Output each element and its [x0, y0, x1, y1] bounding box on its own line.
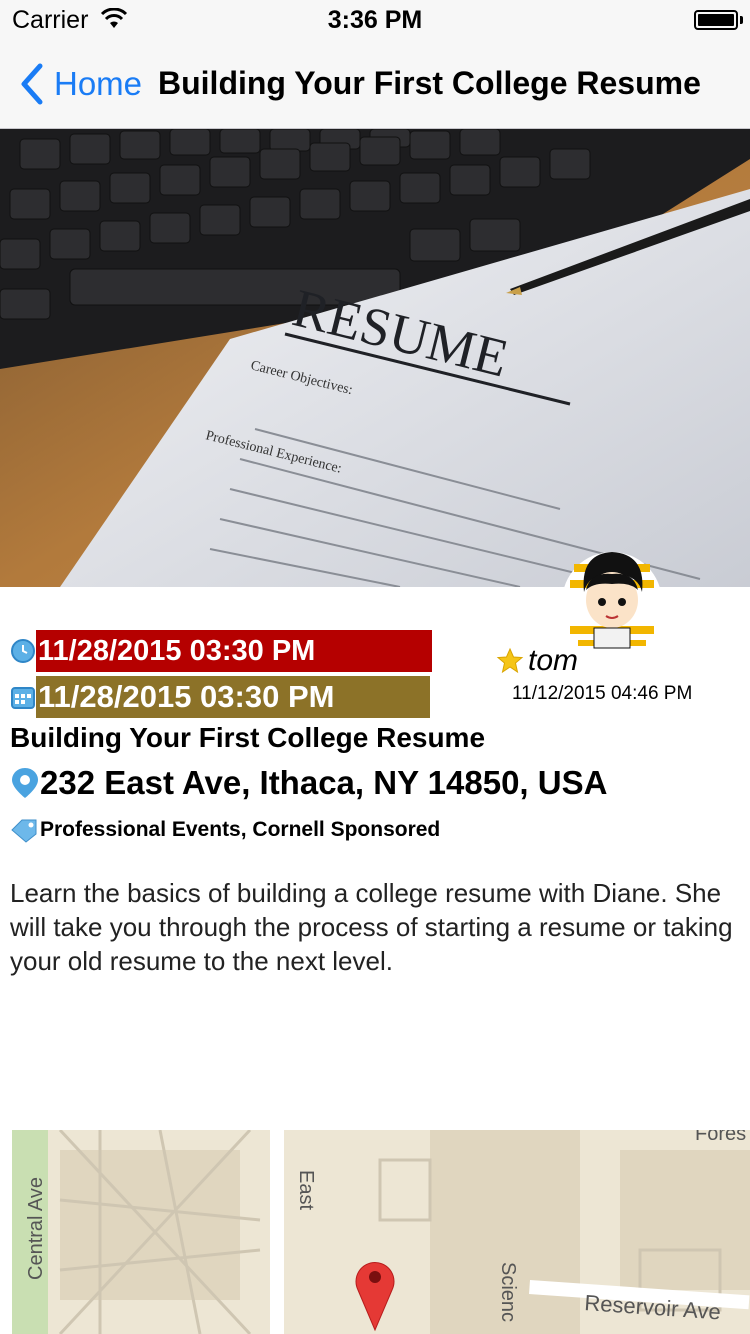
star-icon — [496, 647, 524, 674]
end-datetime: 11/28/2015 03:30 PM — [36, 676, 430, 718]
page-title: Building Your First College Resume — [158, 65, 701, 101]
map-label-central-ave: Central Ave — [25, 1177, 47, 1280]
end-date-row: 11/28/2015 03:30 PM — [10, 676, 430, 718]
battery-icon — [694, 10, 738, 30]
chevron-left-icon — [21, 63, 43, 105]
navigation-bar: Home Building Your First College Resume — [0, 40, 750, 129]
map-label-forest: Fores — [695, 1130, 746, 1145]
start-date-row: 11/28/2015 03:30 PM — [10, 630, 432, 672]
author-row[interactable]: tom — [496, 644, 578, 678]
address-row[interactable]: 232 East Ave, Ithaca, NY 14850, USA — [10, 764, 607, 802]
status-bar: Carrier 3:36 PM — [0, 0, 750, 40]
event-address: 232 East Ave, Ithaca, NY 14850, USA — [40, 764, 608, 801]
event-map[interactable]: Central Ave East Scienc Reservoir Ave Fo… — [0, 1130, 750, 1334]
event-tags: Professional Events, Cornell Sponsored — [40, 818, 441, 841]
tag-icon — [11, 819, 37, 843]
avatar-icon[interactable] — [560, 544, 664, 654]
map-label-science: Scienc — [497, 1262, 519, 1322]
clock-icon — [11, 639, 35, 663]
location-pin-icon — [12, 768, 38, 798]
posted-timestamp: 11/12/2015 04:46 PM — [512, 683, 693, 704]
back-button[interactable]: Home — [14, 60, 142, 108]
back-button-label: Home — [54, 65, 143, 102]
status-time: 3:36 PM — [327, 6, 423, 34]
start-datetime: 11/28/2015 03:30 PM — [36, 630, 432, 672]
calendar-icon — [11, 687, 35, 709]
author-name: tom — [528, 644, 579, 677]
event-title: Building Your First College Resume — [10, 722, 486, 753]
event-description: Learn the basics of building a college r… — [10, 878, 733, 976]
map-label-east-ave: East — [295, 1170, 317, 1210]
tags-row: Professional Events, Cornell Sponsored — [10, 816, 440, 844]
event-cover-image: RESUME Career Objectives: Professional E… — [0, 129, 750, 587]
